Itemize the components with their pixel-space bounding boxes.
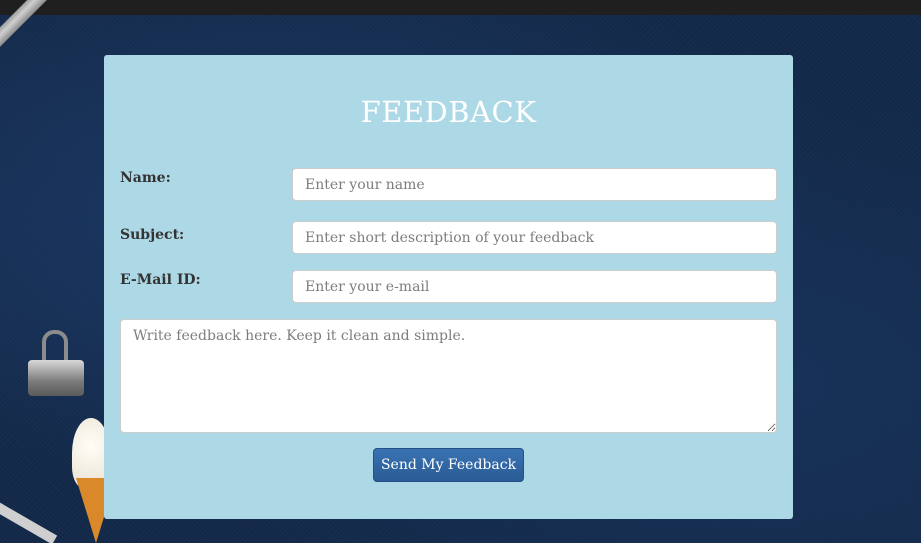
name-input[interactable] bbox=[292, 168, 777, 201]
feedback-textarea[interactable] bbox=[120, 319, 777, 433]
binder-clip-decoration bbox=[28, 330, 84, 398]
send-feedback-button[interactable]: Send My Feedback bbox=[373, 448, 524, 482]
subject-input[interactable] bbox=[292, 221, 777, 254]
subject-label: Subject: bbox=[120, 227, 185, 243]
clip-body bbox=[28, 360, 84, 396]
pencil-bottom-decoration bbox=[0, 495, 58, 543]
browser-top-bar bbox=[0, 0, 921, 15]
form-title: FEEDBACK bbox=[360, 95, 537, 129]
email-input[interactable] bbox=[292, 270, 777, 303]
feedback-card: FEEDBACK Name: Subject: E-Mail ID: Send … bbox=[104, 55, 793, 519]
name-label: Name: bbox=[120, 170, 171, 186]
email-label: E-Mail ID: bbox=[120, 272, 201, 288]
